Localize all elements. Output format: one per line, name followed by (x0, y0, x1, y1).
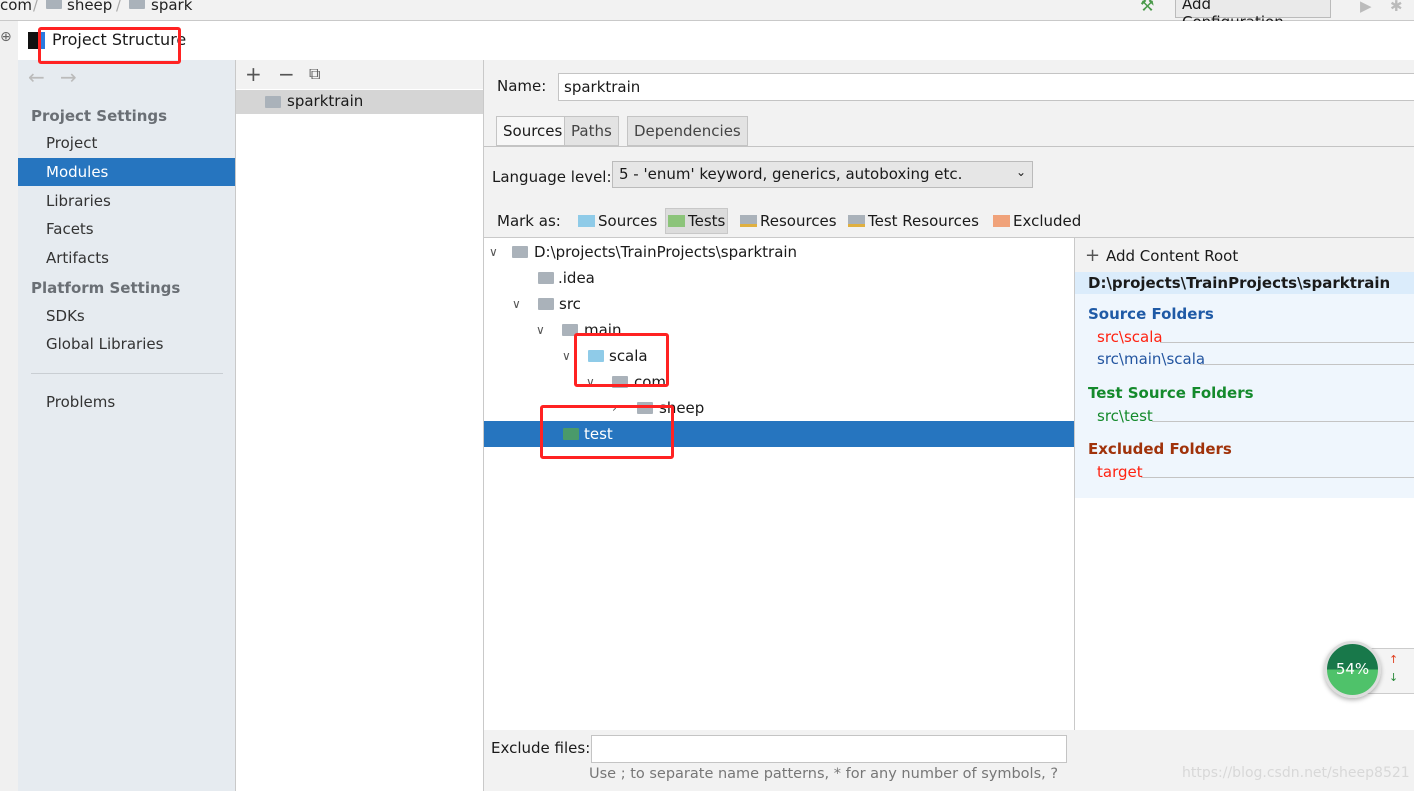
ide-toolbar: com / sheep / spark ⚒ Add Configuration.… (0, 0, 1414, 31)
plus-icon: + (1085, 245, 1101, 266)
divider (31, 373, 223, 374)
build-hammer-icon[interactable]: ⚒ (1140, 0, 1154, 15)
name-label: Name: (497, 77, 547, 95)
resources-folder-icon (740, 215, 757, 227)
test-resources-folder-icon (848, 215, 865, 227)
module-item-sparktrain[interactable]: sparktrain (236, 90, 483, 114)
sidebar-item-libraries[interactable]: Libraries (18, 187, 235, 215)
source-folder-item[interactable]: src\main\scala (1097, 350, 1205, 368)
tree-row-idea[interactable]: .idea (484, 265, 1074, 291)
excluded-folder-icon (993, 215, 1010, 227)
tree-row-root[interactable]: ∨ D:\projects\TrainProjects\sparktrain (484, 239, 1074, 265)
excluded-folders-header: Excluded Folders (1088, 440, 1232, 458)
platform-settings-header: Platform Settings (31, 279, 181, 297)
folder-icon (538, 272, 554, 284)
source-folder-item[interactable]: src\scala (1097, 328, 1163, 346)
sidebar-item-sdks[interactable]: SDKs (18, 302, 235, 330)
annotation-box (574, 333, 669, 387)
dialog-title-bar: Project Structure (18, 21, 1414, 60)
breadcrumb-com[interactable]: com (0, 0, 32, 14)
breadcrumb-spark[interactable]: spark (151, 0, 192, 14)
back-arrow-icon[interactable]: ← (28, 65, 45, 89)
remove-icon[interactable]: − (278, 62, 295, 86)
test-source-folders-header: Test Source Folders (1088, 384, 1254, 402)
chevron-down-icon: ⌄ (1015, 165, 1026, 179)
memory-usage-widget[interactable]: 54% (1324, 641, 1381, 698)
sources-folder-icon (578, 215, 595, 227)
ide-background: ⊕ (0, 21, 18, 791)
tests-folder-icon (668, 215, 685, 227)
folder-icon (512, 246, 528, 258)
watermark: https://blog.csdn.net/sheep8521 (1182, 765, 1410, 781)
folder-tree: ∨ D:\projects\TrainProjects\sparktrain .i… (484, 237, 1075, 730)
sidebar: ← → Project Settings Project Modules Lib… (18, 60, 236, 791)
mark-as-label: Mark as: (497, 212, 561, 230)
copy-icon[interactable]: ⧉ (309, 64, 320, 84)
breadcrumb-sheep[interactable]: sheep (67, 0, 112, 14)
run-icon[interactable]: ▶ (1360, 0, 1372, 15)
folder-icon (129, 0, 145, 9)
tab-sources[interactable]: Sources (496, 116, 570, 146)
tree-row-main[interactable]: ∨ main (484, 317, 1074, 343)
sidebar-item-problems[interactable]: Problems (18, 388, 235, 416)
folder-icon (46, 0, 62, 9)
sidebar-item-artifacts[interactable]: Artifacts (18, 244, 235, 272)
module-list: + − ⧉ sparktrain (236, 60, 484, 791)
content-root-path: D:\projects\TrainProjects\sparktrain (1088, 274, 1391, 292)
mark-excluded-button[interactable]: Excluded (993, 212, 1081, 230)
add-configuration-button[interactable]: Add Configuration... (1175, 0, 1331, 31)
exclude-hint: Use ; to separate name patterns, * for a… (589, 766, 1059, 782)
mark-resources-button[interactable]: Resources (740, 212, 837, 230)
forward-arrow-icon[interactable]: → (60, 65, 77, 89)
crosshair-icon: ⊕ (0, 29, 12, 45)
sidebar-item-facets[interactable]: Facets (18, 215, 235, 243)
debug-icon[interactable]: ✱ (1390, 0, 1403, 15)
folder-icon (538, 298, 554, 310)
module-folder-icon (265, 96, 281, 108)
language-level-label: Language level: (492, 168, 612, 186)
mark-sources-button[interactable]: Sources (578, 212, 657, 230)
language-level-select[interactable]: 5 - 'enum' keyword, generics, autoboxing… (612, 161, 1033, 188)
name-input[interactable]: sparktrain (558, 73, 1414, 101)
module-toolbar: + − ⧉ (236, 60, 483, 89)
divider (484, 146, 1414, 147)
project-settings-header: Project Settings (31, 107, 168, 125)
module-name: sparktrain (287, 92, 364, 110)
language-level-value: 5 - 'enum' keyword, generics, autoboxing… (619, 165, 963, 183)
sidebar-item-project[interactable]: Project (18, 129, 235, 157)
sidebar-item-global-libraries[interactable]: Global Libraries (18, 330, 235, 358)
tab-dependencies[interactable]: Dependencies (627, 116, 748, 146)
sidebar-item-modules[interactable]: Modules (18, 158, 235, 186)
tab-paths[interactable]: Paths (564, 116, 619, 146)
annotation-box (38, 27, 181, 64)
source-folders-header: Source Folders (1088, 305, 1214, 323)
tree-row-src[interactable]: ∨ src (484, 291, 1074, 317)
tree-row-scala[interactable]: ∨ scala (484, 343, 1074, 369)
exclude-files-input[interactable] (591, 735, 1067, 763)
exclude-files-label: Exclude files: (491, 739, 591, 757)
excluded-folder-item[interactable]: target (1097, 463, 1143, 481)
add-content-root-button[interactable]: Add Content Root (1106, 247, 1238, 265)
test-folder-item[interactable]: src\test (1097, 407, 1153, 425)
mark-test-resources-button[interactable]: Test Resources (848, 212, 979, 230)
add-icon[interactable]: + (245, 62, 262, 86)
mark-tests-button[interactable]: Tests (665, 208, 729, 234)
annotation-box (540, 405, 674, 459)
tree-row-com[interactable]: ∨ com (484, 369, 1074, 395)
